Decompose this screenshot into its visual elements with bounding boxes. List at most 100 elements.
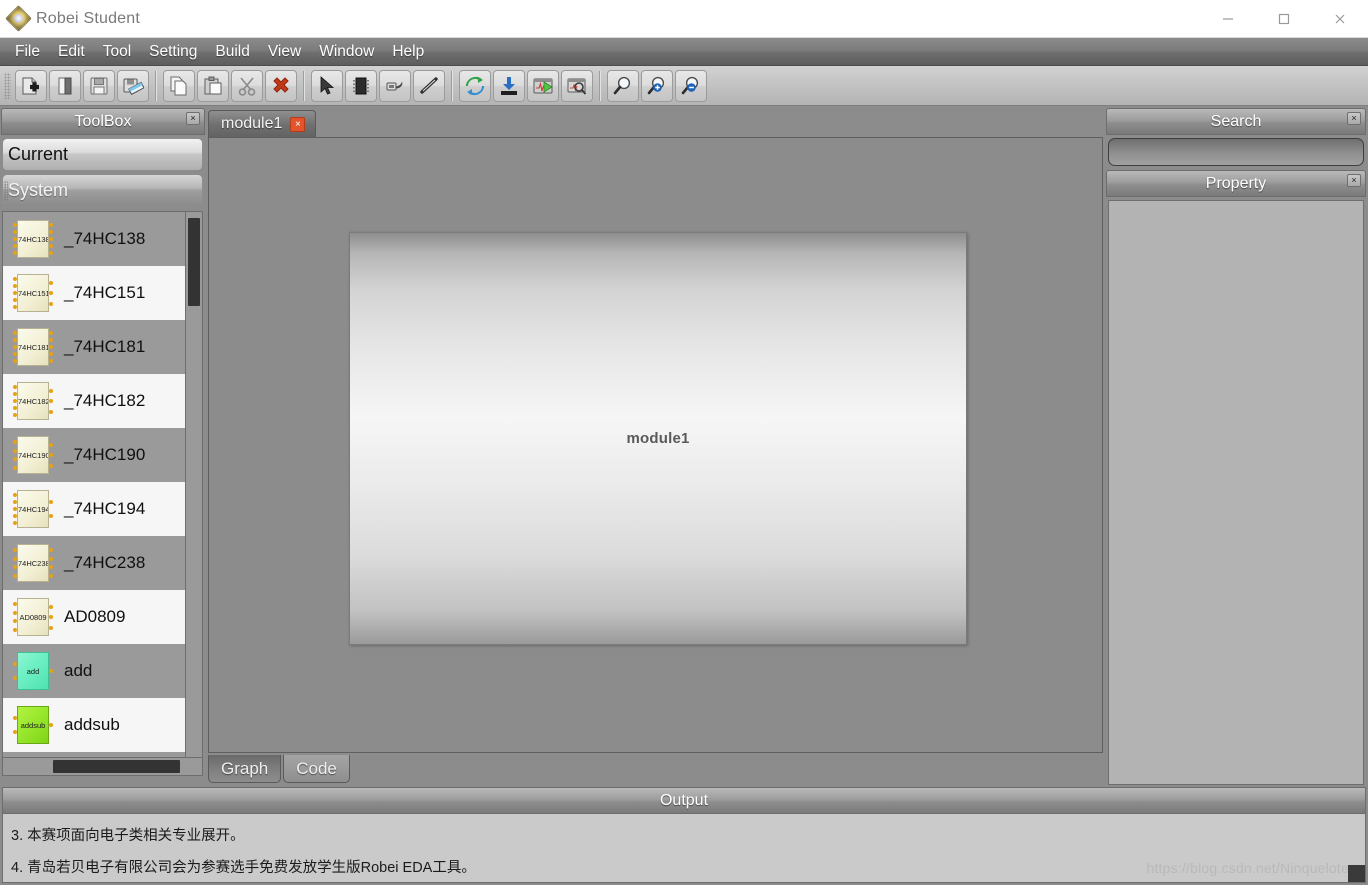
scrollbar-thumb[interactable] <box>188 218 200 306</box>
list-item[interactable]: 74HC138 _74HC138 <box>3 212 185 266</box>
component-chip-icon: 74HC138 <box>11 217 55 261</box>
component-chip-icon: 74HC238 <box>11 541 55 585</box>
zoom-in-icon[interactable] <box>641 69 673 102</box>
toolbox-vertical-scrollbar[interactable] <box>185 212 202 757</box>
property-close-icon[interactable]: × <box>1347 174 1361 187</box>
menu-bar: File Edit Tool Setting Build View Window… <box>0 38 1368 66</box>
delete-red-x-icon[interactable] <box>265 69 297 102</box>
list-item[interactable]: AD0809 AD0809 <box>3 590 185 644</box>
robei-logo-icon <box>5 5 32 32</box>
scrollbar-thumb[interactable] <box>53 760 180 773</box>
list-item[interactable]: add add <box>3 644 185 698</box>
component-name: AD0809 <box>64 607 126 626</box>
component-name: _74HC182 <box>64 391 146 410</box>
component-chip-icon: add <box>11 649 55 693</box>
list-item[interactable]: 74HC151 _74HC151 <box>3 266 185 320</box>
output-title: Output <box>659 791 709 809</box>
menu-view[interactable]: View <box>259 41 310 63</box>
component-chip-icon: AD0809 <box>11 595 55 639</box>
minimize-button[interactable] <box>1200 0 1256 38</box>
new-file-icon[interactable] <box>15 69 47 102</box>
component-chip-icon: 74HC151 <box>11 271 55 315</box>
menu-help[interactable]: Help <box>383 41 433 63</box>
list-item[interactable]: addsub addsub <box>3 698 185 752</box>
editor-view-tabs: Graph Code <box>208 753 1103 785</box>
list-item[interactable]: 74HC194 _74HC194 <box>3 482 185 536</box>
cut-scissors-icon[interactable] <box>231 69 263 102</box>
chip-module-icon[interactable] <box>345 69 377 102</box>
component-list[interactable]: 74HC138 _74HC138 74HC151 _74HC151 74HC18… <box>3 212 185 757</box>
toolbar-separator <box>155 70 157 101</box>
tab-label: module1 <box>221 115 283 132</box>
search-close-icon[interactable]: × <box>1347 112 1361 125</box>
list-item[interactable]: 74HC238 _74HC238 <box>3 536 185 590</box>
title-bar-left: Robei Student <box>0 5 140 32</box>
tab-graph[interactable]: Graph <box>208 755 282 783</box>
menu-build[interactable]: Build <box>206 41 258 63</box>
toolbox-list-container: 74HC138 _74HC138 74HC151 _74HC151 74HC18… <box>2 211 203 757</box>
output-content[interactable]: 3. 本赛项面向电子类相关专业展开。 4. 青岛若贝电子有限公司会为参赛选手免费… <box>2 814 1366 883</box>
zoom-fit-icon[interactable] <box>607 69 639 102</box>
menu-edit[interactable]: Edit <box>49 41 94 63</box>
toolbar-separator <box>451 70 453 101</box>
component-name: _74HC181 <box>64 337 146 356</box>
chip-label: 74HC238 <box>18 558 48 568</box>
module-block[interactable]: module1 <box>349 232 967 645</box>
tab-close-icon[interactable]: × <box>290 116 306 132</box>
section-drag-handle[interactable] <box>4 181 8 201</box>
editor-tabstrip: module1 × <box>208 108 1103 137</box>
list-item[interactable]: 74HC181 _74HC181 <box>3 320 185 374</box>
refresh-sync-icon[interactable] <box>459 69 491 102</box>
toolbar-separator <box>599 70 601 101</box>
save-icon[interactable] <box>83 69 115 102</box>
component-name: _74HC238 <box>64 553 146 572</box>
list-item[interactable]: 74HC190 _74HC190 <box>3 428 185 482</box>
main-body: ToolBox × Current System 74HC138 _74HC13… <box>0 106 1368 785</box>
download-icon[interactable] <box>493 69 525 102</box>
toolbox-close-icon[interactable]: × <box>186 112 200 125</box>
title-bar: Robei Student <box>0 0 1368 38</box>
main-toolbar <box>0 66 1368 106</box>
menu-setting[interactable]: Setting <box>140 41 206 63</box>
zoom-out-icon[interactable] <box>675 69 707 102</box>
search-input[interactable] <box>1108 138 1364 166</box>
maximize-button[interactable] <box>1256 0 1312 38</box>
open-project-icon[interactable] <box>49 69 81 102</box>
component-name: add <box>64 661 93 680</box>
property-title-bar: Property × <box>1106 170 1366 197</box>
inspect-waveform-icon[interactable] <box>561 69 593 102</box>
component-chip-icon: 74HC194 <box>11 487 55 531</box>
output-line: 4. 青岛若贝电子有限公司会为参赛选手免费发放学生版Robei EDA工具。 <box>11 860 476 876</box>
copy-icon[interactable] <box>163 69 195 102</box>
schematic-canvas[interactable]: module1 <box>208 137 1103 753</box>
save-as-icon[interactable] <box>117 69 149 102</box>
port-plug-icon[interactable] <box>379 69 411 102</box>
search-title: Search <box>1210 112 1262 130</box>
menu-tool[interactable]: Tool <box>94 41 140 63</box>
paste-icon[interactable] <box>197 69 229 102</box>
chip-label: 74HC182 <box>18 396 48 406</box>
toolbox-horizontal-scrollbar[interactable] <box>2 757 203 776</box>
component-name: _74HC138 <box>64 229 146 248</box>
toolbox-footer-spacer <box>1 776 205 785</box>
select-arrow-icon[interactable] <box>311 69 343 102</box>
list-item[interactable]: 74HC182 _74HC182 <box>3 374 185 428</box>
output-line: 3. 本赛项面向电子类相关专业展开。 <box>11 828 245 844</box>
wire-line-icon[interactable] <box>413 69 445 102</box>
menu-window[interactable]: Window <box>310 41 383 63</box>
toolbox-section-system[interactable]: System <box>2 174 203 207</box>
tab-code[interactable]: Code <box>283 755 350 783</box>
toolbar-drag-handle[interactable] <box>4 72 11 99</box>
toolbox-section-current[interactable]: Current <box>2 138 203 171</box>
component-chip-icon: 74HC182 <box>11 379 55 423</box>
menu-file[interactable]: File <box>6 41 49 63</box>
resize-grip[interactable] <box>1348 865 1365 882</box>
chip-label: 74HC194 <box>18 504 48 514</box>
tab-module1[interactable]: module1 × <box>208 110 317 137</box>
property-title: Property <box>1205 174 1267 192</box>
close-button[interactable] <box>1312 0 1368 38</box>
property-content[interactable] <box>1108 200 1364 785</box>
chip-label: 74HC190 <box>18 450 48 460</box>
toolbox-title: ToolBox <box>74 112 132 130</box>
run-simulate-icon[interactable] <box>527 69 559 102</box>
